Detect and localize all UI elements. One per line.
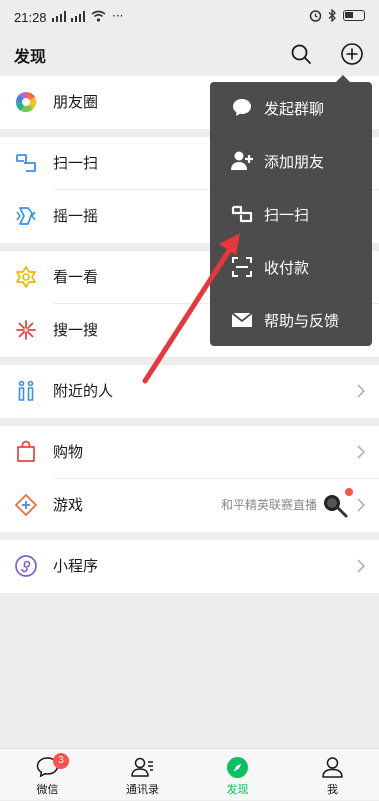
scan-icon: [16, 154, 36, 172]
page-title: 发现: [14, 47, 47, 66]
menu-label: 添加朋友: [264, 153, 325, 171]
chevron-right-icon: [357, 559, 365, 573]
row-mini-programs[interactable]: 小程序: [0, 540, 379, 593]
shake-icon: [16, 207, 36, 225]
bottom-tab-bar: 3 微信 通讯录 发现 我: [0, 748, 379, 800]
mail-icon: [231, 312, 253, 327]
status-bar: 21:28 ···: [0, 0, 379, 34]
unread-badge: 3: [53, 753, 69, 769]
notification-dot: [345, 488, 353, 496]
person-icon: [322, 757, 343, 778]
row-shopping[interactable]: 购物: [0, 426, 379, 479]
shopping-bag-icon: [17, 440, 35, 462]
mini-programs-icon: [15, 555, 37, 577]
add-friend-icon: [231, 151, 253, 170]
menu-label: 扫一扫: [264, 206, 310, 224]
status-more: ···: [112, 9, 124, 23]
scan-icon: [231, 205, 253, 223]
compass-icon: [227, 757, 248, 778]
menu-item-help[interactable]: 帮助与反馈: [210, 294, 372, 346]
tab-label: 微信: [36, 783, 59, 796]
tab-me[interactable]: 我: [285, 749, 379, 801]
tab-contacts[interactable]: 通讯录: [95, 749, 190, 801]
chevron-right-icon: [357, 445, 365, 459]
nearby-group: 附近的人: [0, 365, 379, 418]
bluetooth-icon: [328, 9, 336, 22]
row-label-games: 游戏: [53, 496, 84, 514]
menu-label: 收付款: [264, 259, 310, 277]
wifi-icon: [91, 10, 106, 22]
top-navbar: 发现: [0, 34, 379, 74]
tab-label: 我: [327, 783, 338, 796]
menu-item-scan[interactable]: 扫一扫: [210, 188, 372, 240]
menu-item-add-friend[interactable]: 添加朋友: [210, 135, 372, 187]
row-label-search: 搜一搜: [53, 321, 99, 339]
chevron-right-icon: [357, 384, 365, 398]
chat-bubble-icon: [233, 99, 251, 116]
add-popup-menu: 发起群聊 添加朋友 扫一扫 收付款 帮助与反馈: [210, 75, 372, 346]
games-icon: [15, 494, 37, 516]
game-thumbnail-icon: [324, 495, 348, 518]
row-games[interactable]: 游戏 和平精英联赛直播: [0, 479, 379, 532]
row-label-moments: 朋友圈: [53, 93, 99, 111]
signal-icon: [52, 11, 85, 22]
add-icon[interactable]: [340, 42, 364, 66]
tab-discover[interactable]: 发现: [190, 749, 285, 801]
chevron-right-icon: [357, 498, 365, 512]
shopping-games-group: 购物 游戏 和平精英联赛直播: [0, 426, 379, 532]
tab-label: 发现: [226, 783, 249, 796]
contacts-icon: [131, 757, 153, 777]
payment-code-icon: [232, 257, 252, 277]
moments-icon: [15, 91, 37, 113]
top-stories-icon: [16, 266, 36, 288]
row-label-shopping: 购物: [53, 443, 84, 461]
menu-label: 发起群聊: [264, 100, 325, 118]
search-feature-icon: [16, 320, 36, 340]
menu-item-money[interactable]: 收付款: [210, 241, 372, 293]
menu-label: 帮助与反馈: [264, 312, 340, 330]
row-label-scan: 扫一扫: [53, 154, 99, 172]
row-label-top-stories: 看一看: [53, 268, 99, 286]
tab-chats[interactable]: 3 微信: [0, 749, 95, 801]
games-live-text: 和平精英联赛直播: [220, 498, 317, 512]
search-icon[interactable]: [289, 42, 313, 66]
row-label-nearby: 附近的人: [53, 382, 114, 400]
battery-icon: [343, 10, 365, 21]
row-nearby[interactable]: 附近的人: [0, 365, 379, 418]
status-time: 21:28: [14, 10, 47, 25]
mini-programs-group: 小程序: [0, 540, 379, 593]
people-nearby-icon: [18, 380, 34, 401]
alarm-icon: [309, 10, 322, 22]
row-label-shake: 摇一摇: [53, 207, 99, 225]
tab-label: 通讯录: [126, 783, 159, 796]
row-label-mini-programs: 小程序: [53, 557, 99, 575]
menu-item-group-chat[interactable]: 发起群聊: [210, 82, 372, 134]
